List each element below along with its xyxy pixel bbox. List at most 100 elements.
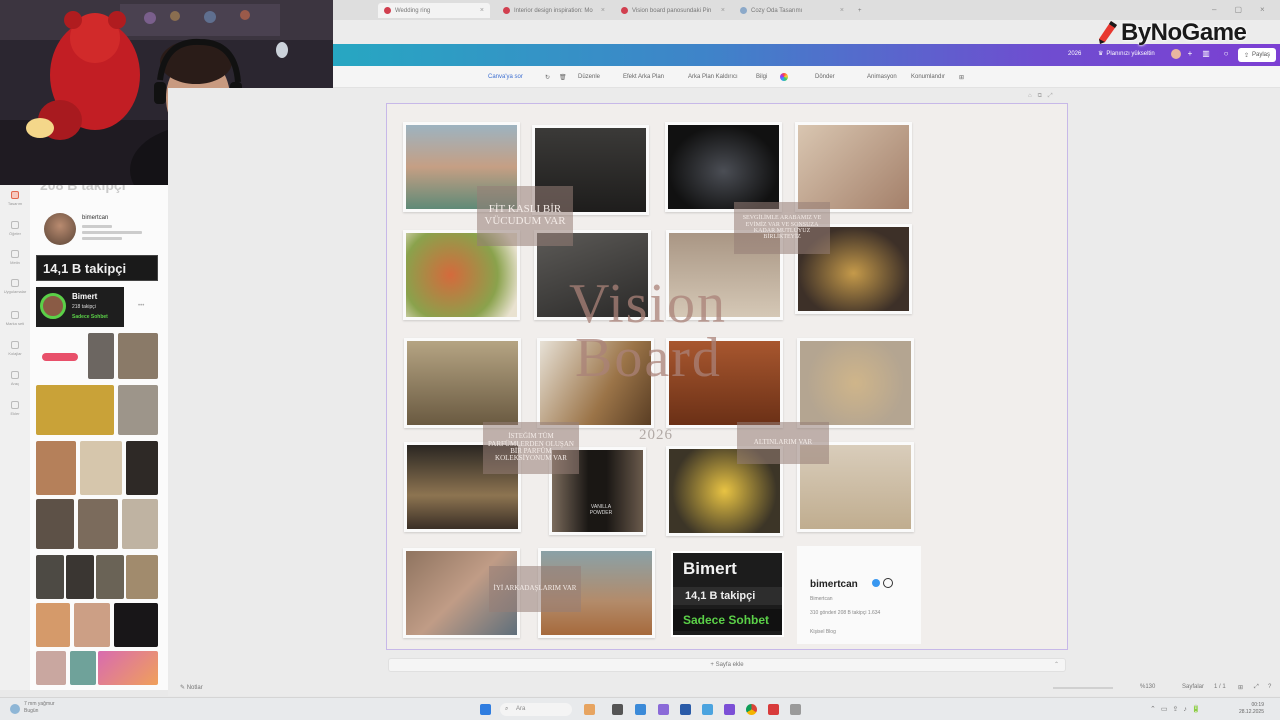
more-icon[interactable]: ••• — [138, 303, 144, 309]
close-tab-icon[interactable]: × — [721, 7, 725, 14]
crest-photo[interactable] — [404, 338, 521, 428]
image-thumb[interactable] — [118, 333, 158, 379]
bangles-photo[interactable] — [797, 338, 914, 428]
zoom-slider[interactable] — [1053, 687, 1113, 689]
tab-vision-board[interactable]: Vision board panosundaki Pin × — [615, 3, 731, 18]
vision-board-page[interactable]: VANILLA POWDER Bimert 14,1 B takipçi Sad… — [386, 103, 1068, 650]
image-thumb[interactable] — [36, 651, 66, 685]
followers-badge[interactable]: 14,1 B takipçi — [36, 255, 158, 281]
add-page-button[interactable]: + Sayfa ekle — [388, 658, 1066, 672]
system-tray-icons[interactable]: ⌃▭⇪♪🔋 — [1150, 705, 1206, 713]
image-thumb[interactable] — [126, 555, 158, 599]
grid-view-icon[interactable]: ⊞ — [1238, 684, 1243, 691]
fullscreen-icon[interactable]: ⤢ — [1254, 684, 1259, 691]
image-thumb[interactable] — [96, 555, 124, 599]
zoom-level[interactable]: %130 — [1140, 684, 1155, 690]
car-photo[interactable] — [665, 122, 782, 212]
image-thumb[interactable] — [88, 333, 114, 379]
notes-button[interactable]: ✎ Notlar — [180, 684, 203, 691]
perfume-thumb[interactable] — [126, 441, 158, 495]
tab-cozy-room[interactable]: Cozy Oda Tasarımı × — [734, 3, 850, 18]
info-button[interactable]: Bilgi — [756, 74, 767, 80]
rings-thumb[interactable] — [118, 385, 158, 435]
close-tab-icon[interactable]: × — [601, 7, 605, 14]
rail-elements[interactable]: Öğeler — [3, 221, 27, 236]
new-tab-button[interactable]: + — [852, 3, 866, 18]
rail-design[interactable]: Tasarım — [3, 191, 27, 206]
trash-icon[interactable]: 🗑 — [559, 74, 567, 81]
ask-canva-button[interactable]: Canva'ya sor — [488, 74, 523, 80]
chat-card[interactable]: Bimert 218 takipçi Sadece Sohbet — [36, 287, 124, 327]
tab-interior-design[interactable]: Interior design inspiration: Mo × — [497, 3, 611, 18]
help-icon[interactable]: ? — [1268, 684, 1271, 690]
close-tab-icon[interactable]: × — [840, 7, 844, 14]
chevron-up-icon[interactable]: ⌃ — [1054, 661, 1059, 668]
gold-label[interactable]: ALTINLARIM VAR — [737, 422, 829, 464]
start-icon[interactable] — [480, 704, 491, 715]
fit-body-label[interactable]: FİT KASLI BİR VÜCUDUM VAR — [477, 186, 573, 246]
rail-apps[interactable]: Uygulamalar — [3, 279, 27, 294]
page-counter: 1 / 1 — [1214, 684, 1226, 690]
board-year[interactable]: 2026 — [639, 427, 673, 444]
close-tab-icon[interactable]: × — [480, 7, 484, 14]
rail-brand[interactable]: Marka seti — [3, 311, 27, 326]
flip-button[interactable]: Dönder — [815, 74, 835, 80]
clock[interactable]: 00:19 28.12.2025 — [1239, 702, 1264, 716]
effects-button[interactable]: Efekt Arka Plan — [623, 74, 664, 80]
perfume-label[interactable]: İSTEĞİM TÜM PARFÜMLERDEN OLUŞAN BİR PARF… — [483, 422, 579, 474]
color-picker-icon[interactable] — [780, 73, 788, 81]
taskbar-search[interactable]: Ara — [500, 703, 572, 716]
app-icon[interactable] — [790, 704, 801, 715]
image-thumb[interactable] — [78, 499, 118, 549]
image-thumb[interactable] — [98, 651, 158, 685]
car-love-label[interactable]: SEVGİLİMLE ARABAMIZ VE EVİMİZ VAR VE SON… — [734, 202, 830, 254]
pages-button[interactable]: Sayfalar — [1182, 684, 1204, 690]
rail-text[interactable]: Metin — [3, 250, 27, 265]
image-thumb[interactable] — [70, 651, 96, 685]
profile-preview[interactable]: bimertcan — [44, 213, 162, 249]
image-thumb[interactable] — [36, 603, 70, 647]
maximize-icon[interactable]: ▢ — [1234, 5, 1242, 14]
image-thumb[interactable] — [74, 603, 110, 647]
friends-label[interactable]: İYİ ARKADAŞLARIM VAR — [489, 566, 581, 612]
animate-button[interactable]: Animasyon — [867, 74, 897, 80]
board-title-line2[interactable]: Board — [575, 326, 722, 390]
bg-remover-button[interactable]: Arka Plan Kaldırıcı — [688, 74, 738, 80]
instagram-profile-card[interactable]: bimertcan Bimertcan 310 gönderi 208 B ta… — [797, 546, 921, 644]
like-sticker[interactable] — [42, 353, 78, 361]
edit-button[interactable]: Düzenle — [578, 74, 600, 80]
refresh-icon[interactable]: ↻ — [545, 74, 550, 81]
rail-tools[interactable]: Araç — [3, 371, 27, 386]
necklace-thumb[interactable] — [36, 441, 76, 495]
transparency-icon[interactable]: ⊞ — [959, 74, 964, 81]
app-icon[interactable] — [680, 704, 691, 715]
side-panel: 208 B takipçi bimertcan 14,1 B takipçi B… — [30, 185, 168, 690]
gold-coins-thumb[interactable] — [36, 385, 114, 435]
pinterest-icon — [503, 7, 510, 14]
image-thumb[interactable] — [122, 499, 158, 549]
page-controls[interactable]: ⌂⧉⤢ — [1028, 93, 1059, 100]
bimert-card[interactable]: Bimert 14,1 B takipçi Sadece Sohbet — [671, 551, 784, 637]
file-explorer-icon[interactable] — [612, 704, 623, 715]
couple-photo[interactable] — [795, 122, 912, 212]
app-icon[interactable] — [658, 704, 669, 715]
chain-thumb[interactable] — [80, 441, 122, 495]
image-thumb[interactable] — [36, 555, 64, 599]
app-icon[interactable] — [768, 704, 779, 715]
image-thumb[interactable] — [66, 555, 94, 599]
tab-wedding-ring[interactable]: Wedding ring × — [378, 3, 490, 18]
app-icon[interactable] — [635, 704, 646, 715]
app-icon[interactable] — [702, 704, 713, 715]
design-title[interactable]: 2026 — [1068, 51, 1081, 57]
image-thumb[interactable] — [36, 499, 74, 549]
minimize-icon[interactable]: – — [1212, 5, 1216, 14]
car-thumb[interactable] — [114, 603, 158, 647]
chrome-icon[interactable] — [746, 704, 757, 715]
widget-icon[interactable] — [584, 704, 595, 715]
weather-widget[interactable]: 7 mm yağmur Bugün — [24, 701, 55, 715]
position-button[interactable]: Konumlandır — [911, 74, 945, 80]
rail-uploads[interactable]: Ekler — [3, 401, 27, 416]
app-icon[interactable] — [724, 704, 735, 715]
close-window-icon[interactable]: × — [1260, 5, 1265, 14]
rail-collages[interactable]: Kolajlar — [3, 341, 27, 356]
